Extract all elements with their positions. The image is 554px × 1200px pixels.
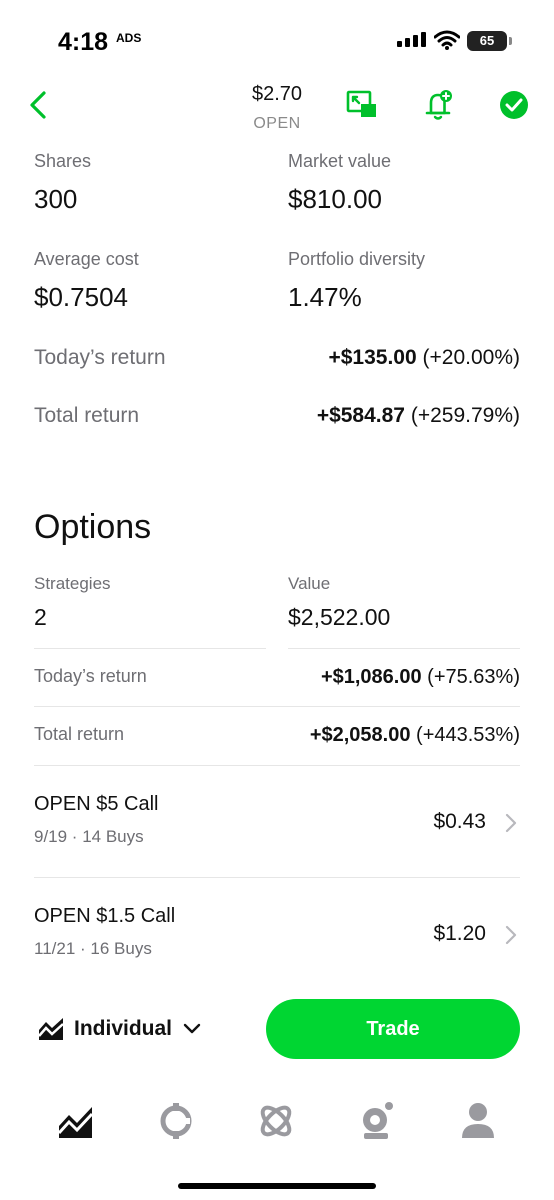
average-cost-value: $0.7504 [34,282,128,312]
explore-icon[interactable] [256,1100,296,1142]
contract-price: $1.20 [433,922,486,945]
total-return-amount: +$584.87 [316,404,405,427]
contract-price: $0.43 [433,810,486,833]
battery-nub [509,37,512,45]
options-todays-return-value: +$1,086.00 (+75.63%) [321,666,520,689]
options-todays-return-label: Today’s return [34,666,147,686]
todays-return-percent: (+20.00%) [422,346,520,369]
check-circle-icon[interactable] [497,88,531,122]
options-todays-return-percent: (+75.63%) [427,666,520,688]
investing-icon[interactable] [56,1100,96,1142]
options-section-title: Options [34,508,152,546]
crypto-icon[interactable] [156,1100,196,1142]
home-indicator [178,1183,376,1189]
account-selector[interactable]: Individual [74,1017,172,1041]
options-todays-return-amount: +$1,086.00 [320,666,422,688]
status-bar: 4:18 ADS 65 [0,0,554,70]
shares-label: Shares [34,151,92,171]
investing-chart-icon[interactable] [37,1016,65,1042]
options-value: $2,522.00 [288,604,391,630]
header-price: $2.70 [251,83,303,105]
chevron-right-icon [505,925,517,945]
portfolio-diversity-value: 1.47% [288,282,362,312]
total-return-row: Total return +$584.87 (+259.79%) [34,404,520,434]
contract-details: 11/21 · 16 Buys [34,939,152,958]
header-ticker: OPEN [253,115,301,132]
todays-return-value: +$135.00 (+20.00%) [328,346,520,370]
divider [34,648,266,649]
average-cost-label: Average cost [34,249,139,269]
market-value: $810.00 [288,184,382,214]
picture-in-picture-icon[interactable] [345,88,379,122]
market-value-label: Market value [288,151,392,171]
contract-details: 9/19 · 14 Buys [34,827,144,846]
status-time: 4:18 [58,28,109,56]
strategies-value: 2 [34,604,47,630]
options-total-return-value: +$2,058.00 (+443.53%) [310,724,520,747]
chevron-right-icon [505,813,517,833]
option-contract-row[interactable]: OPEN $1.5 Call 11/21 · 16 Buys $1.20 [34,905,520,985]
divider [34,765,520,766]
options-todays-return-row: Today’s return +$1,086.00 (+75.63%) [34,666,520,694]
notifications-icon[interactable] [356,1100,396,1142]
add-alert-bell-icon[interactable] [422,88,456,122]
options-total-return-label: Total return [34,724,125,744]
option-contract-row[interactable]: OPEN $5 Call 9/19 · 14 Buys $0.43 [34,793,520,873]
cellular-signal-icon [397,32,426,47]
divider [34,877,520,878]
contract-name: OPEN $5 Call [34,793,159,815]
total-return-label: Total return [34,404,140,427]
options-total-return-percent: (+443.53%) [416,724,520,746]
shares-value: 300 [34,184,78,214]
divider [288,648,520,649]
wifi-icon [434,30,460,50]
strategies-label: Strategies [34,574,111,593]
contract-name: OPEN $1.5 Call [34,905,176,927]
profile-icon[interactable] [458,1100,498,1142]
options-total-return-amount: +$2,058.00 [309,724,411,746]
header: $2.70 OPEN [0,70,554,140]
status-badge: ADS [116,31,142,45]
todays-return-label: Today’s return [34,346,166,369]
divider [34,706,520,707]
battery-icon: 65 [467,31,507,51]
options-total-return-row: Total return +$2,058.00 (+443.53%) [34,724,520,752]
todays-return-amount: +$135.00 [328,346,417,369]
portfolio-diversity-label: Portfolio diversity [288,249,426,269]
trade-button[interactable]: Trade [266,999,520,1059]
chevron-down-icon[interactable] [183,1022,201,1036]
options-value-label: Value [288,574,331,593]
total-return-percent: (+259.79%) [410,404,520,427]
total-return-value: +$584.87 (+259.79%) [317,404,520,428]
todays-return-row: Today’s return +$135.00 (+20.00%) [34,346,520,376]
